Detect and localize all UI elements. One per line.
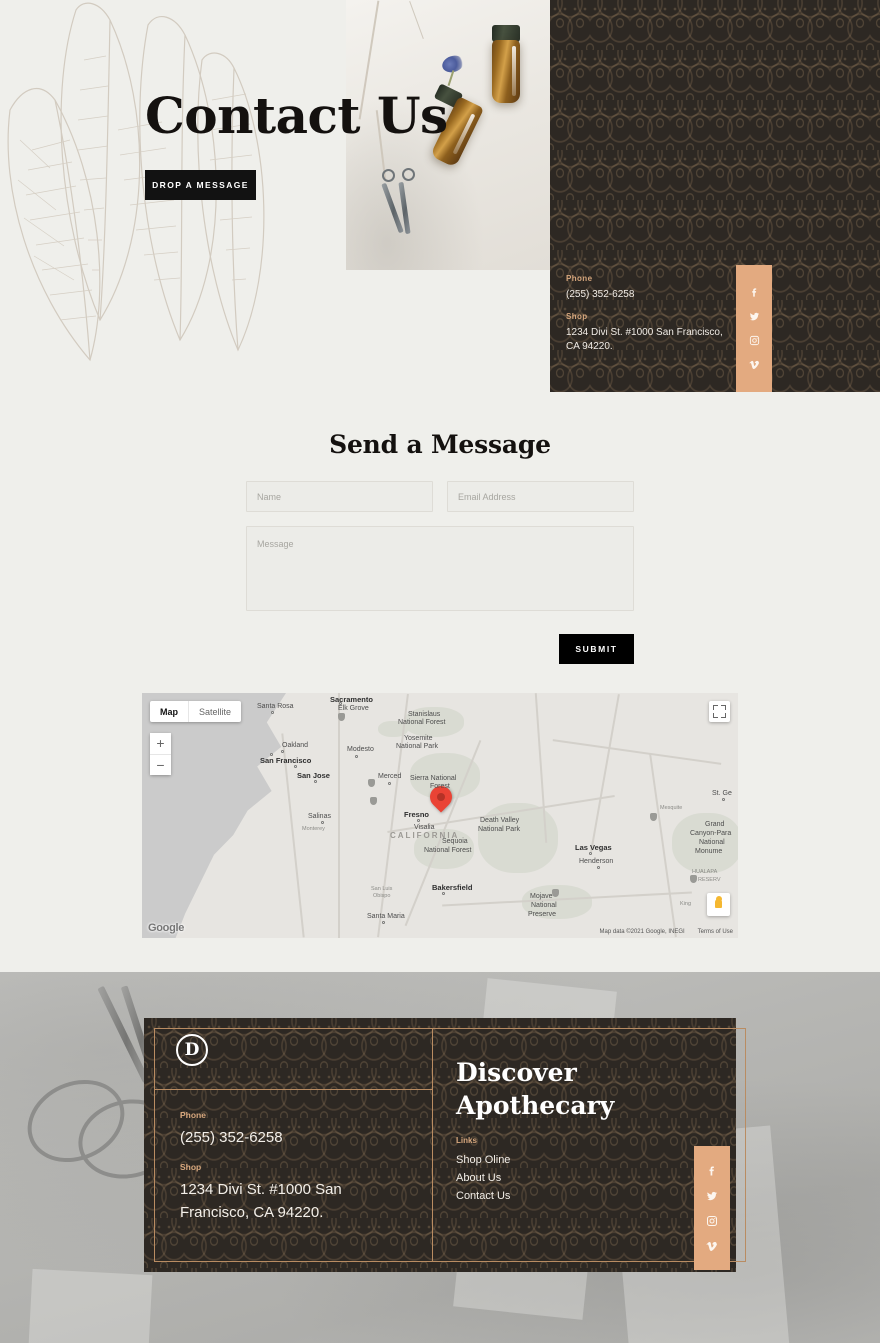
map-label: National: [699, 839, 725, 846]
map-label: National Forest: [398, 719, 446, 726]
google-map[interactable]: Map Satellite + − Google Map data ©2021 …: [142, 693, 738, 938]
map-label: Stanislaus: [408, 711, 441, 718]
map-type-control[interactable]: Map Satellite: [150, 701, 242, 722]
map-label: Grand: [705, 821, 725, 828]
terms-of-use-link[interactable]: Terms of Use: [698, 929, 733, 935]
instagram-icon[interactable]: [705, 1213, 720, 1228]
shop-address-value: 1234 Divi St. #1000 San Francisco, CA 94…: [566, 327, 723, 352]
footer-contact-details: Phone (255) 352-6258 Shop 1234 Divi St. …: [180, 1110, 395, 1237]
map-data-attribution: Map data ©2021 Google, INEGI: [599, 929, 685, 935]
map-label: Monume: [695, 848, 723, 855]
footer-link-contact-us[interactable]: Contact Us: [456, 1187, 510, 1205]
map-label: Elk Grove: [338, 705, 369, 712]
twitter-icon[interactable]: [747, 310, 761, 324]
zoom-out-button[interactable]: −: [150, 754, 171, 775]
map-label: National Forest: [424, 847, 472, 854]
map-label: Las Vegas: [575, 843, 612, 852]
map-section: Map Satellite + − Google Map data ©2021 …: [0, 690, 880, 972]
send-message-title: Send a Message: [329, 430, 551, 459]
map-label: National Park: [396, 743, 439, 750]
map-label: Mesquite: [660, 805, 683, 811]
map-label: San Jose: [297, 771, 330, 780]
submit-button[interactable]: SUBMIT: [559, 634, 634, 664]
map-label: Canyon-Para: [690, 830, 732, 837]
map-label: National Park: [478, 826, 521, 833]
map-label: San Francisco: [260, 756, 312, 765]
email-input[interactable]: [447, 481, 634, 512]
hero-social-bar: [736, 265, 772, 392]
footer-heading: Discover Apothecary: [456, 1058, 615, 1120]
contact-form: SUBMIT: [246, 481, 634, 664]
twitter-icon[interactable]: [705, 1188, 720, 1203]
map-label: San Luis: [371, 886, 393, 892]
footer-social-bar: [694, 1146, 730, 1270]
footer-shop-label: Shop: [180, 1162, 202, 1172]
vimeo-icon[interactable]: [705, 1238, 720, 1253]
map-type-satellite[interactable]: Satellite: [188, 701, 241, 722]
fullscreen-icon[interactable]: [709, 701, 730, 722]
hero-section: Contact Us DROP A MESSAGE Phone (255) 35…: [0, 0, 880, 392]
name-input[interactable]: [246, 481, 433, 512]
zoom-in-button[interactable]: +: [150, 733, 171, 754]
shop-label: Shop: [566, 312, 588, 321]
contact-info-card: Phone (255) 352-6258 Shop 1234 Divi St. …: [550, 262, 880, 392]
map-label: Mojave: [530, 893, 553, 900]
contact-details: Phone (255) 352-6258 Shop 1234 Divi St. …: [566, 274, 731, 364]
map-zoom-control[interactable]: + −: [150, 733, 171, 775]
map-label: Salinas: [308, 813, 331, 820]
footer-link-shop-online[interactable]: Shop Oline: [456, 1151, 510, 1169]
footer-links-label: Links: [456, 1136, 477, 1145]
phone-label: Phone: [566, 274, 593, 283]
map-label: HUALAPA: [692, 869, 718, 875]
facebook-icon[interactable]: [705, 1163, 720, 1178]
footer-phone-value: (255) 352-6258: [180, 1129, 283, 1146]
map-label: Forest: [430, 783, 450, 790]
map-label: Henderson: [579, 858, 614, 865]
instagram-icon[interactable]: [747, 334, 761, 348]
divi-logo[interactable]: D: [176, 1034, 208, 1066]
map-label: Merced: [378, 773, 402, 780]
map-label: King: [680, 901, 692, 907]
message-textarea[interactable]: [246, 526, 634, 611]
drop-a-message-button[interactable]: DROP A MESSAGE: [145, 170, 256, 200]
map-label: CALIFORNIA: [390, 831, 460, 840]
contact-page: Contact Us DROP A MESSAGE Phone (255) 35…: [0, 0, 880, 1343]
map-label: Yosemite: [404, 735, 433, 742]
map-label: Sierra National: [410, 775, 457, 782]
footer-link-about-us[interactable]: About Us: [456, 1169, 510, 1187]
map-attribution: Map data ©2021 Google, INEGI Terms of Us…: [600, 929, 733, 935]
facebook-icon[interactable]: [747, 286, 761, 300]
map-label: Monterey: [302, 826, 325, 832]
map-label: Modesto: [347, 746, 374, 753]
map-label: Visalia: [414, 824, 435, 831]
footer-card: D Phone (255) 352-6258 Shop 1234 Divi St…: [144, 1018, 746, 1272]
vimeo-icon[interactable]: [747, 358, 761, 372]
street-view-pegman-icon[interactable]: [707, 893, 730, 916]
map-type-map[interactable]: Map: [150, 701, 188, 722]
map-label: Death Valley: [480, 817, 520, 824]
footer-phone-label: Phone: [180, 1110, 206, 1120]
map-label: National: [531, 902, 557, 909]
map-label: Obispo: [373, 893, 391, 899]
map-label: Preserve: [528, 911, 557, 918]
map-label: Fresno: [404, 810, 430, 819]
footer-links-list: Shop Oline About Us Contact Us: [456, 1151, 510, 1205]
map-label: RESERV: [698, 877, 721, 883]
send-message-section: Send a Message SUBMIT: [0, 392, 880, 690]
footer-shop-address: 1234 Divi St. #1000 San Francisco, CA 94…: [180, 1181, 342, 1221]
map-location-marker[interactable]: [425, 781, 457, 816]
map-label: Sacramento: [330, 695, 373, 704]
map-label: Santa Maria: [367, 913, 405, 920]
map-label: St. Ge: [712, 790, 732, 797]
page-title: Contact Us: [145, 86, 448, 145]
phone-value: (255) 352-6258: [566, 289, 635, 300]
map-label: Bakersfield: [432, 883, 473, 892]
map-label: Oakland: [282, 742, 309, 749]
google-logo: Google: [148, 922, 185, 934]
map-label: Santa Rosa: [257, 703, 294, 710]
